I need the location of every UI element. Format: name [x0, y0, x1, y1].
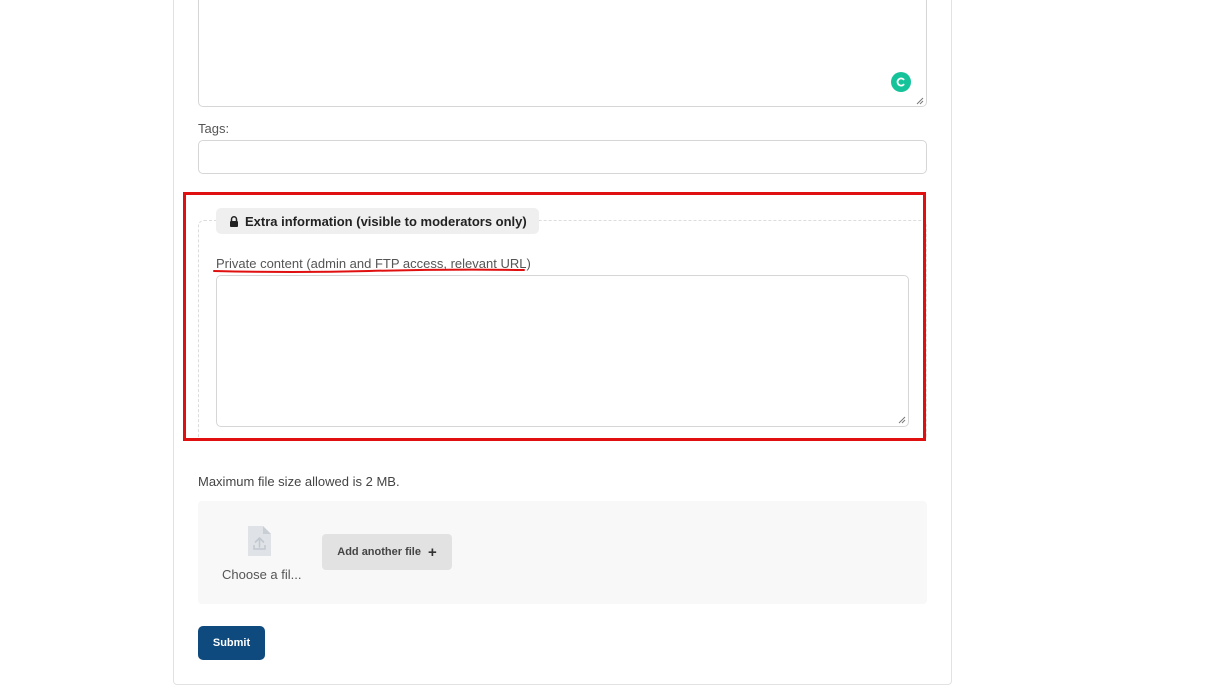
choose-file-label[interactable]: Choose a fil...	[222, 567, 302, 582]
tags-input[interactable]	[198, 140, 927, 174]
resize-handle-icon[interactable]	[916, 97, 924, 105]
submit-button[interactable]: Submit	[198, 626, 265, 660]
add-another-file-label: Add another file	[337, 546, 421, 558]
add-another-file-button[interactable]: Add another file +	[322, 534, 452, 570]
tags-label: Tags:	[198, 121, 230, 136]
max-file-size-note: Maximum file size allowed is 2 MB.	[198, 474, 400, 489]
grammarly-icon[interactable]	[891, 72, 911, 92]
description-textarea[interactable]	[198, 0, 927, 107]
plus-icon: +	[427, 543, 437, 561]
file-upload-area	[198, 501, 927, 604]
highlight-annotation-box	[183, 192, 926, 441]
file-upload-icon[interactable]	[247, 525, 272, 562]
